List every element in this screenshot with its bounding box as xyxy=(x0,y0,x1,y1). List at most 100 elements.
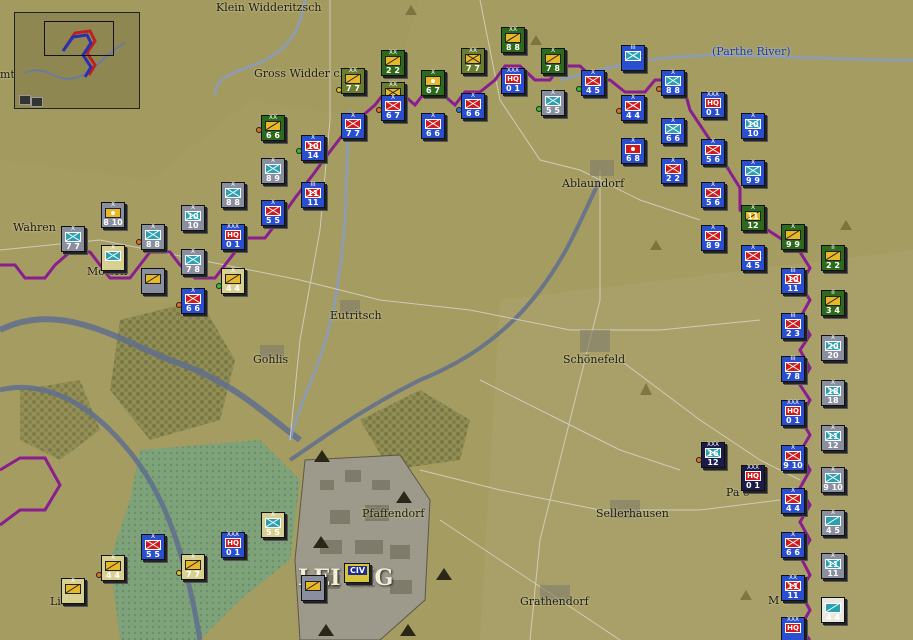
cavalry-icon xyxy=(185,560,201,570)
unit-counter-allied[interactable]: III xyxy=(621,45,645,71)
unit-strength: 7 7 xyxy=(346,129,360,138)
unit-counter-allied[interactable]: X xyxy=(101,245,125,271)
unit-counter-allied[interactable] xyxy=(301,575,325,601)
hq-icon: HQ xyxy=(785,623,801,633)
unit-counter-french[interactable]: II 2 2 xyxy=(821,245,845,271)
unit-strength: 4 4 xyxy=(626,111,640,120)
unit-counter-allied[interactable]: X4 5 xyxy=(741,245,765,271)
unit-counter-allied[interactable]: X6 7 xyxy=(381,95,405,121)
unit-strength: 0 1 xyxy=(746,481,760,490)
unit-counter-allied[interactable]: XXX HQ xyxy=(781,617,805,640)
unit-counter-allied[interactable]: XXX HQ 0 1 xyxy=(781,400,805,426)
unit-status-dot xyxy=(376,107,382,113)
unit-counter-allied[interactable]: X9 9 xyxy=(741,160,765,186)
unit-counter-allied[interactable]: X 10 10 xyxy=(181,205,205,231)
unit-counter-french[interactable]: XX 7 7 xyxy=(461,48,485,74)
unit-counter-french[interactable]: XX 7 7 xyxy=(341,68,365,94)
unit-counter-allied[interactable]: X8 9 xyxy=(261,158,285,184)
unit-counter-french[interactable]: X7 8 xyxy=(541,48,565,74)
unit-counter-allied[interactable]: X4 5 xyxy=(581,70,605,96)
unit-counter-allied[interactable]: XXX HQ 0 1 xyxy=(501,68,525,94)
unit-counter-allied[interactable]: X7 7 xyxy=(341,113,365,139)
unit-counter-allied[interactable]: X5 5 xyxy=(261,512,285,538)
unit-counter-allied[interactable]: X7 7 xyxy=(61,226,85,252)
unit-counter-french[interactable]: XX 2 2 xyxy=(381,50,405,76)
unit-counter-allied[interactable]: X6 8 xyxy=(621,138,645,164)
town-label-schonefeld: Schönefeld xyxy=(563,353,626,366)
civilian-marker[interactable]: CIV xyxy=(344,563,370,583)
game-map[interactable]: (Parthe River) Klein Widderitzsch Gross W… xyxy=(0,0,913,640)
unit-strength: 2 3 xyxy=(786,329,800,338)
unit-counter-allied[interactable]: X 20 20 xyxy=(821,335,845,361)
artillery-icon xyxy=(625,144,641,154)
unit-counter-allied[interactable]: X4 4 xyxy=(781,488,805,514)
unit-counter-allied[interactable]: XXX HQ 0 1 xyxy=(221,224,245,250)
unit-counter-allied[interactable]: X8 8 xyxy=(221,182,245,208)
unit-counter-french[interactable]: XXX 16 12 xyxy=(701,442,725,468)
unit-counter-allied[interactable]: III 2 3 xyxy=(781,313,805,339)
unit-counter-allied[interactable]: X6 6 xyxy=(181,288,205,314)
unit-counter-allied[interactable]: X5 5 xyxy=(261,200,285,226)
unit-counter-allied[interactable]: XXX HQ 0 1 xyxy=(701,92,725,118)
unit-counter-allied[interactable]: 4 4 xyxy=(821,597,845,623)
minimap-viewport[interactable] xyxy=(44,21,114,56)
unit-counter-allied[interactable]: X6 6 xyxy=(661,118,685,144)
hq-icon: HQ xyxy=(225,230,241,240)
unit-counter-allied[interactable]: X7 7 xyxy=(181,554,205,580)
unit-strength: 18 18 xyxy=(827,387,839,405)
unit-counter-allied[interactable]: X9 10 xyxy=(781,445,805,471)
unit-counter-allied[interactable]: X4 5 xyxy=(821,510,845,536)
unit-counter-allied[interactable]: III 7 8 xyxy=(781,356,805,382)
unit-counter-allied[interactable]: X5 6 xyxy=(701,139,725,165)
unit-counter-allied[interactable]: XX 11 11 xyxy=(781,575,805,601)
unit-counter-allied[interactable] xyxy=(141,268,165,294)
unit-counter-allied[interactable]: X5 6 xyxy=(701,182,725,208)
unit-counter-french[interactable]: XX 6 6 xyxy=(261,115,285,141)
infantry-icon xyxy=(745,166,761,176)
unit-strength: 7 8 xyxy=(786,372,800,381)
unit-counter-allied[interactable]: X 10 14 xyxy=(301,135,325,161)
zoom-in-icon[interactable] xyxy=(31,97,43,107)
unit-counter-allied[interactable]: X8 8 xyxy=(141,224,165,250)
unit-counter-allied[interactable]: III 11 11 xyxy=(301,182,325,208)
unit-status-dot xyxy=(696,457,702,463)
unit-counter-french[interactable]: X6 7 xyxy=(421,70,445,96)
unit-counter-french[interactable]: II 3 4 xyxy=(821,290,845,316)
unit-counter-allied[interactable]: X4 4 xyxy=(221,268,245,294)
unit-counter-allied[interactable]: X 11 11 xyxy=(821,553,845,579)
unit-strength: 0 1 xyxy=(786,416,800,425)
unit-counter-allied[interactable]: X 18 18 xyxy=(821,380,845,406)
infantry-icon xyxy=(425,119,441,129)
unit-counter-allied[interactable]: X5 5 xyxy=(141,534,165,560)
unit-counter-allied[interactable]: X8 10 xyxy=(101,202,125,228)
unit-counter-allied[interactable]: X4 4 xyxy=(621,95,645,121)
unit-counter-allied[interactable]: X 10 10 xyxy=(741,113,765,139)
unit-strength: 4 5 xyxy=(746,261,760,270)
cavalry-icon xyxy=(305,581,321,591)
unit-counter-allied[interactable]: III 10 11 xyxy=(781,268,805,294)
unit-counter-allied[interactable]: X2 2 xyxy=(661,158,685,184)
unit-strength: 6 6 xyxy=(786,548,800,557)
unit-counter-french[interactable]: X 11 12 xyxy=(741,205,765,231)
unit-counter-allied[interactable]: X9 10 xyxy=(821,467,845,493)
unit-counter-allied[interactable]: X7 8 xyxy=(181,249,205,275)
unit-counter-allied[interactable]: X6 6 xyxy=(781,532,805,558)
unit-counter-french[interactable]: XX 8 8 xyxy=(501,27,525,53)
unit-counter-allied[interactable]: XXX HQ 0 1 xyxy=(221,532,245,558)
unit-counter-allied[interactable]: X6 6 xyxy=(461,93,485,119)
unit-strength: 6 8 xyxy=(626,154,640,163)
unit-counter-allied[interactable]: X xyxy=(61,578,85,604)
unit-strength: 11 11 xyxy=(787,582,799,600)
unit-counter-allied[interactable]: X6 6 xyxy=(421,113,445,139)
unit-counter-allied[interactable]: X8 8 xyxy=(661,70,685,96)
unit-counter-french[interactable]: XXX HQ 0 1 xyxy=(741,465,765,491)
infantry-icon xyxy=(65,232,81,242)
unit-counter-french[interactable]: X9 9 xyxy=(781,224,805,250)
unit-counter-allied[interactable]: X5 5 xyxy=(541,90,565,116)
infantry-icon xyxy=(785,494,801,504)
unit-counter-allied[interactable]: X4 4 xyxy=(101,555,125,581)
unit-counter-allied[interactable]: X 11 12 xyxy=(821,425,845,451)
zoom-out-icon[interactable] xyxy=(19,95,31,105)
minimap[interactable] xyxy=(14,12,140,109)
unit-counter-allied[interactable]: X8 9 xyxy=(701,225,725,251)
